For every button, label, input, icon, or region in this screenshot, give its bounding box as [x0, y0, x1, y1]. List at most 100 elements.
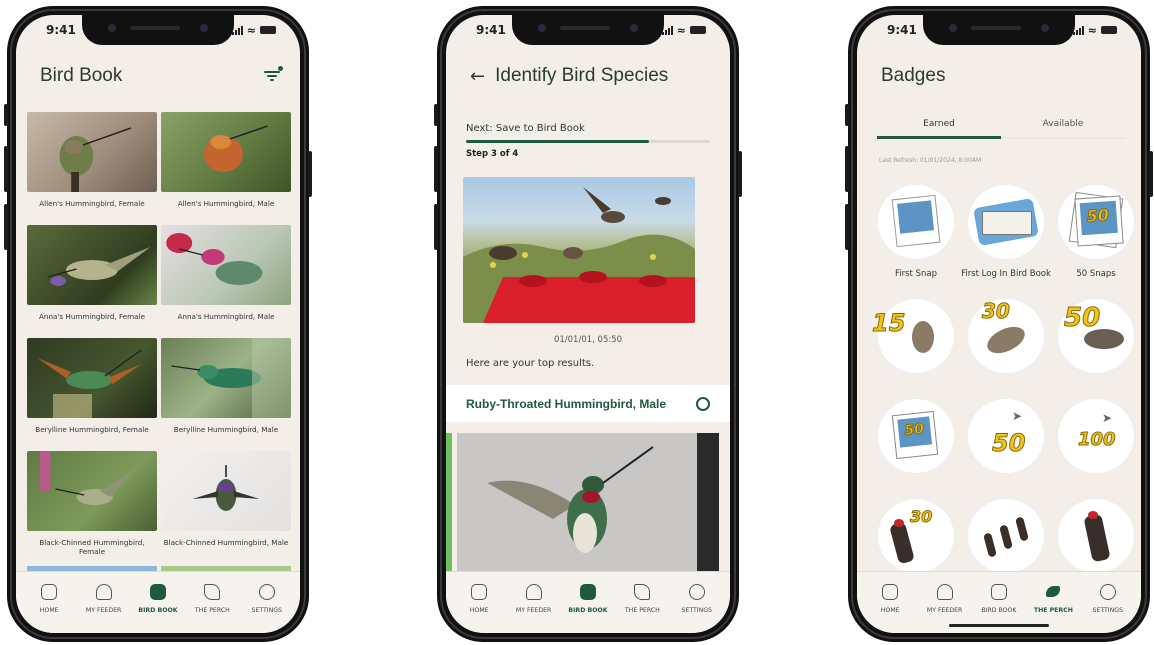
nav-label: BIRD BOOK	[138, 607, 178, 614]
nav-home[interactable]: HOME	[864, 572, 916, 633]
nav-my-feeder[interactable]: MY FEEDER	[508, 572, 560, 633]
feeder-icon	[95, 584, 112, 600]
bird-name: Berylline Hummingbird, Female	[35, 425, 149, 434]
result-row[interactable]: Ruby-Throated Hummingbird, Male	[446, 385, 730, 422]
book-icon	[149, 584, 166, 600]
badge-number: 100	[1078, 429, 1117, 451]
nav-bird-book[interactable]: BIRD BOOK	[132, 572, 184, 633]
volume-up-button	[434, 146, 438, 192]
bird-photo	[27, 451, 157, 531]
badge[interactable]: First Snap	[871, 185, 961, 299]
mute-switch	[4, 104, 8, 126]
nav-label: SETTINGS	[251, 607, 282, 614]
nav-the-perch[interactable]: THE PERCH	[186, 572, 238, 633]
badge-paper-plane-icon: ➤ 100	[1058, 399, 1134, 473]
result-name: Ruby-Throated Hummingbird, Male	[466, 396, 667, 411]
bird-card[interactable]: Berylline Hummingbird, Female	[27, 338, 157, 451]
badge-paper-plane-icon: ➤ 50	[968, 399, 1044, 473]
wifi-icon: ≈	[1087, 23, 1097, 37]
bird-name: Black-Chinned Hummingbird, Female	[39, 538, 145, 556]
bird-photo	[161, 338, 291, 418]
volume-up-button	[4, 146, 8, 192]
status-time: 9:41	[46, 23, 76, 37]
nav-my-feeder[interactable]: MY FEEDER	[78, 572, 130, 633]
bottom-nav: HOME MY FEEDER BIRD BOOK THE PERCH SETTI…	[446, 571, 730, 633]
book-icon	[579, 584, 596, 600]
filter-icon[interactable]	[264, 66, 283, 83]
bird-card[interactable]: Anna's Hummingbird, Female	[27, 225, 157, 338]
home-icon	[471, 584, 488, 600]
nav-label: HOME	[469, 607, 489, 614]
perch-icon	[634, 584, 651, 600]
tab-available[interactable]: Available	[1001, 119, 1125, 139]
volume-down-button	[845, 204, 849, 250]
nav-settings[interactable]: SETTINGS	[241, 572, 293, 633]
screen: 9:41 ≈ ← Identify Bird Species Next: Sav…	[446, 15, 730, 633]
nav-label: SETTINGS	[1092, 607, 1123, 614]
tab-earned[interactable]: Earned	[877, 119, 1001, 139]
bird-photo	[161, 451, 291, 531]
nav-bird-book[interactable]: BIRD BOOK	[562, 572, 614, 633]
status-bar: 9:41 ≈	[857, 15, 1141, 45]
badge[interactable]: 50	[871, 399, 961, 499]
badge[interactable]: 15	[871, 299, 961, 399]
gear-icon	[688, 584, 705, 600]
perch-icon	[204, 584, 221, 600]
select-radio[interactable]	[696, 396, 710, 411]
bird-card[interactable]: Allen's Hummingbird, Female	[27, 112, 157, 225]
bird-photo	[161, 225, 291, 305]
badge-label: First Log In Bird Book	[961, 269, 1051, 279]
status-bar: 9:41 ≈	[16, 15, 300, 45]
badge[interactable]: ➤ 100	[1051, 399, 1141, 499]
bird-name: Anna's Hummingbird, Female	[38, 312, 146, 321]
bird-card[interactable]: Berylline Hummingbird, Male	[161, 338, 291, 451]
battery-icon	[260, 26, 276, 34]
nav-label: THE PERCH	[624, 607, 660, 614]
home-icon	[882, 584, 899, 600]
badge-sparrow-icon: 15	[871, 299, 954, 373]
bird-card[interactable]: Black-Chinned Hummingbird, Female	[27, 451, 157, 564]
last-refresh: Last Refresh: 01/01/2024, 8:00AM	[879, 157, 982, 164]
power-button	[1149, 151, 1153, 197]
volume-down-button	[434, 204, 438, 250]
page-title: Badges	[881, 65, 946, 86]
bird-name: Black-Chinned Hummingbird, Male	[163, 538, 289, 547]
bird-name: Allen's Hummingbird, Male	[177, 199, 275, 208]
badge-number: 30	[909, 507, 933, 527]
nav-home[interactable]: HOME	[23, 572, 75, 633]
badge-tabs: Earned Available	[877, 119, 1125, 139]
badge[interactable]: 50 50 Snaps	[1051, 185, 1141, 299]
phone-bird-book: 9:41 ≈ Bird Book Allen's Hummingbird, Fe…	[4, 6, 312, 642]
gear-icon	[1099, 584, 1116, 600]
badge-number: 15	[871, 309, 906, 338]
screen: 9:41 ≈ Badges Earned Available Last Refr…	[857, 15, 1141, 633]
volume-down-button	[4, 204, 8, 250]
badge-number: 50	[903, 421, 925, 440]
wifi-icon: ≈	[676, 23, 686, 37]
nav-label: MY FEEDER	[515, 607, 552, 614]
prev-result-edge[interactable]	[446, 433, 452, 578]
badge[interactable]: ➤ 50	[961, 399, 1051, 499]
book-icon	[990, 584, 1007, 600]
page-title: Identify Bird Species	[495, 65, 669, 86]
nav-label: MY FEEDER	[926, 607, 963, 614]
bird-card[interactable]: Black-Chinned Hummingbird, Male	[161, 451, 291, 564]
badge[interactable]: 30	[961, 299, 1051, 399]
nav-settings[interactable]: SETTINGS	[1082, 572, 1134, 633]
bottom-nav: HOME MY FEEDER BIRD BOOK THE PERCH SETTI…	[16, 571, 300, 633]
bird-card[interactable]: Anna's Hummingbird, Male	[161, 225, 291, 338]
badge-polaroid-icon	[878, 185, 954, 259]
nav-settings[interactable]: SETTINGS	[671, 572, 723, 633]
nav-home[interactable]: HOME	[453, 572, 505, 633]
phone-badges: 9:41 ≈ Badges Earned Available Last Refr…	[845, 6, 1153, 642]
snapshot-timestamp: 01/01/01, 05:50	[553, 335, 623, 345]
nav-the-perch[interactable]: THE PERCH	[616, 572, 668, 633]
bird-card[interactable]: Allen's Hummingbird, Male	[161, 112, 291, 225]
bird-grid: Allen's Hummingbird, Female Allen's Humm…	[27, 112, 291, 564]
badge[interactable]: 50	[1051, 299, 1141, 399]
nav-label: BIRD BOOK	[568, 607, 608, 614]
badge[interactable]: First Log In Bird Book	[961, 185, 1051, 299]
bird-photo	[27, 338, 157, 418]
back-arrow-icon[interactable]: ←	[470, 66, 485, 87]
badge-label: First Snap	[895, 269, 937, 279]
